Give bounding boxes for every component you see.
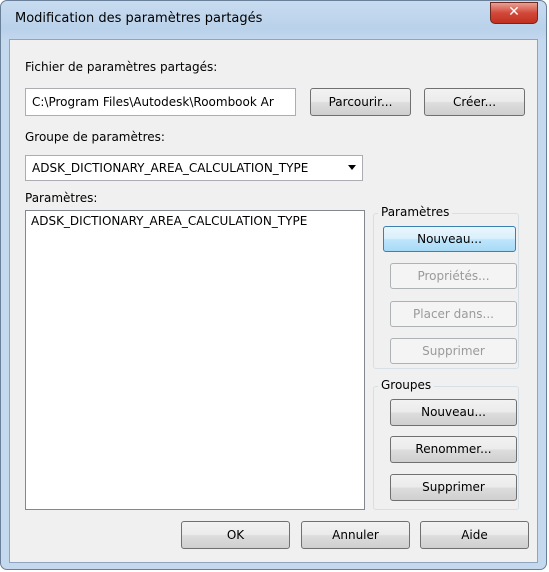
move-to-button[interactable]: Placer dans... [390, 301, 517, 327]
group-label: Groupe de paramètres: [25, 130, 165, 144]
title-bar[interactable]: Modification des paramètres partagés ✕ [1, 1, 546, 39]
help-button[interactable]: Aide [420, 521, 529, 549]
list-item[interactable]: ADSK_DICTIONARY_AREA_CALCULATION_TYPE [31, 214, 359, 228]
close-icon: ✕ [508, 4, 520, 20]
parameters-listbox[interactable]: ADSK_DICTIONARY_AREA_CALCULATION_TYPE [25, 210, 365, 510]
properties-button[interactable]: Propriétés... [390, 263, 517, 289]
rename-group-button[interactable]: Renommer... [390, 436, 517, 463]
new-parameter-button[interactable]: Nouveau... [383, 226, 516, 252]
create-button[interactable]: Créer... [424, 88, 525, 116]
delete-parameter-button[interactable]: Supprimer [390, 338, 517, 364]
close-button[interactable]: ✕ [490, 2, 538, 24]
file-label: Fichier de paramètres partagés: [25, 60, 218, 74]
dialog-title: Modification des paramètres partagés [15, 11, 263, 26]
parameters-label: Paramètres: [25, 191, 98, 205]
file-path-field[interactable]: C:\Program Files\Autodesk\Roombook Ar [25, 88, 296, 116]
parameters-groupbox-title: Paramètres [378, 205, 453, 219]
groups-groupbox-title: Groupes [378, 378, 435, 392]
new-group-button[interactable]: Nouveau... [390, 399, 517, 426]
group-select-value: ADSK_DICTIONARY_AREA_CALCULATION_TYPE [32, 161, 309, 175]
chevron-down-icon [348, 165, 356, 170]
ok-button[interactable]: OK [181, 521, 290, 549]
cancel-button[interactable]: Annuler [301, 521, 410, 549]
browse-button[interactable]: Parcourir... [310, 88, 411, 116]
dialog-window: Modification des paramètres partagés ✕ F… [0, 0, 547, 570]
dialog-body: Fichier de paramètres partagés: C:\Progr… [9, 39, 538, 563]
delete-group-button[interactable]: Supprimer [390, 474, 517, 501]
group-select[interactable]: ADSK_DICTIONARY_AREA_CALCULATION_TYPE [25, 155, 363, 181]
